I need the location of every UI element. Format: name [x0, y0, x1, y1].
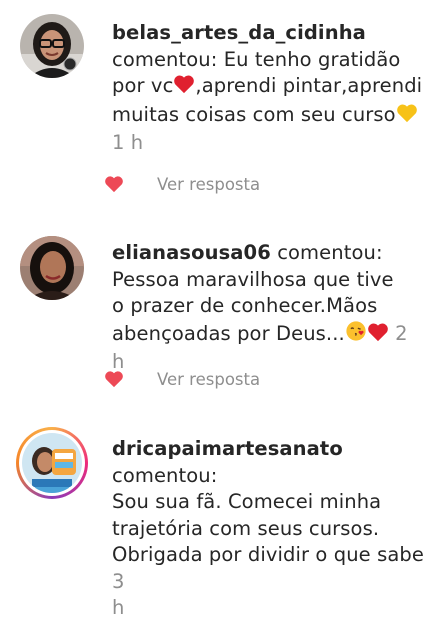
comment-actions: Ver resposta — [104, 171, 260, 197]
comment-body-line: ,aprendi pintar,aprendi — [195, 74, 423, 97]
view-reply-link[interactable]: Ver resposta — [157, 370, 260, 389]
comment-text: dricapaimartesanato comentou: Sou sua fã… — [112, 436, 424, 622]
comment-text: belas_artes_da_cidinha comentou: Eu tenh… — [112, 20, 424, 157]
comment-username[interactable]: dricapaimartesanato — [112, 437, 343, 460]
comment-body-line: Sou sua fã. Comecei minha — [112, 490, 382, 513]
comment-body-line: abençoadas por Deus... — [112, 321, 345, 345]
comment-body-line: o prazer de conhecer.Mãos — [112, 294, 378, 317]
comment-body-line: Eu tenho gratidão — [223, 47, 401, 71]
comment-verb: comentou: — [112, 463, 218, 487]
red-heart-emoji — [173, 74, 195, 102]
comment-timestamp-unit: h — [112, 596, 125, 619]
comment-body-line: Obrigada por dividir o que sabe — [112, 543, 424, 566]
red-heart-emoji — [367, 322, 389, 350]
comment-verb: comentou: — [277, 241, 383, 264]
comment-body-line: por vc — [112, 74, 174, 97]
comment-body-line: muitas coisas com seu curso — [112, 102, 396, 126]
comment-body-line: Pessoa maravilhosa que tive — [112, 267, 394, 291]
comment-verb: comentou: — [112, 47, 218, 71]
comment-timestamp: 1 h — [112, 131, 144, 154]
heart-icon[interactable] — [104, 370, 124, 388]
comment-body-line: trajetória com seus cursos. — [112, 516, 380, 540]
comment-actions: Ver resposta — [104, 366, 260, 392]
avatar[interactable] — [16, 427, 88, 499]
heart-icon[interactable] — [104, 175, 124, 193]
comment-username[interactable]: elianasousa06 — [112, 241, 271, 264]
comment-text: elianasousa06 comentou: Pessoa maravilho… — [112, 240, 424, 376]
kiss-emoji — [345, 320, 367, 350]
view-reply-link[interactable]: Ver resposta — [157, 175, 260, 194]
avatar-image — [22, 433, 82, 493]
yellow-heart-emoji — [396, 103, 418, 131]
comment-timestamp: 3 — [112, 569, 125, 593]
avatar[interactable] — [20, 14, 84, 78]
comment-username[interactable]: belas_artes_da_cidinha — [112, 21, 366, 44]
avatar[interactable] — [20, 236, 84, 300]
